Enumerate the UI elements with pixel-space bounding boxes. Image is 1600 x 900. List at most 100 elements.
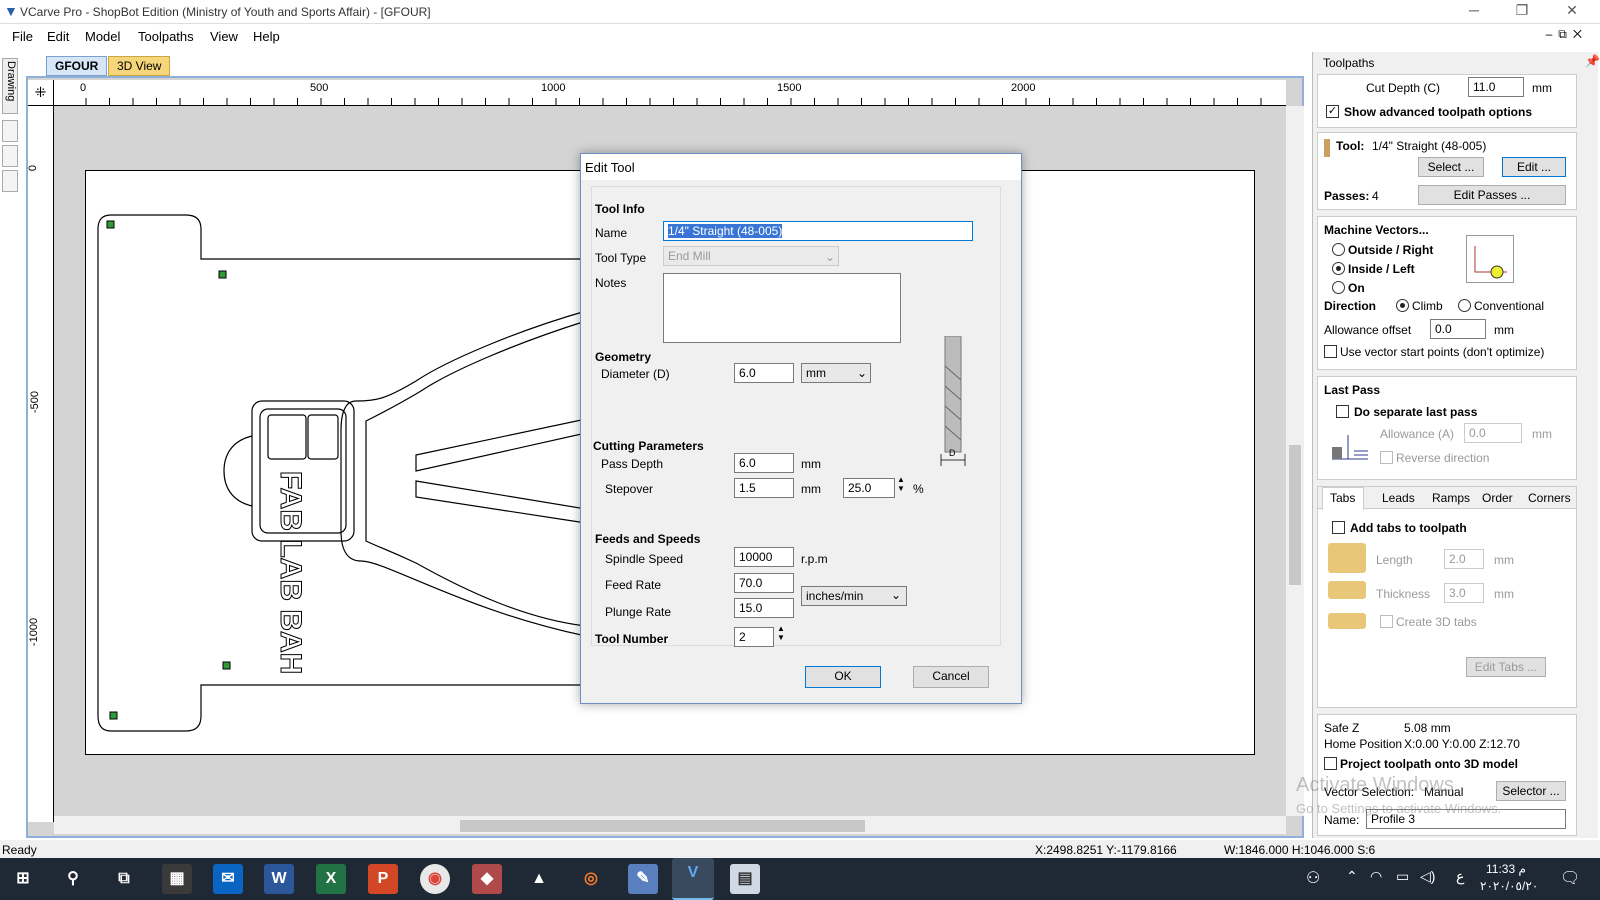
pass-depth-input[interactable]: 6.0 — [734, 453, 794, 473]
stepover-percent-input[interactable]: 25.0 — [843, 478, 895, 498]
spinner-arrows-icon[interactable]: ▲ ▼ — [777, 624, 785, 642]
taskbar: ⊞ ⚲ ⧉ ▦ ✉ W X P ◉ ◆ ▲ ◎ ✎ V ▤ ⚇ ⌃ ◠ ▭ ◁)… — [0, 858, 1600, 900]
wifi-icon[interactable]: ◠ — [1370, 868, 1382, 885]
inside-left-label: Inside / Left — [1348, 262, 1415, 276]
vcarve-icon[interactable]: V — [672, 858, 714, 900]
mdi-window-controls[interactable]: –⧉✕ — [1546, 27, 1588, 42]
task-view-icon[interactable]: ⧉ — [109, 864, 139, 894]
inside-left-radio[interactable] — [1332, 262, 1345, 275]
endmill-diagram-icon: D — [939, 335, 967, 466]
app-icon[interactable]: ◆ — [472, 864, 502, 894]
blender-icon[interactable]: ◎ — [576, 864, 606, 894]
close-button[interactable]: ✕ — [1550, 2, 1594, 22]
menu-edit[interactable]: Edit — [47, 29, 69, 44]
create-3d-tabs-checkbox[interactable] — [1380, 615, 1393, 628]
menu-view[interactable]: View — [210, 29, 238, 44]
pin-icon[interactable]: 📌 — [1585, 54, 1600, 68]
chevron-up-icon[interactable]: ⌃ — [1346, 868, 1358, 885]
show-advanced-checkbox[interactable]: ✓ — [1326, 105, 1339, 118]
side-button[interactable] — [2, 145, 18, 167]
explorer-icon[interactable]: ▤ — [730, 864, 760, 894]
tab-3d-icon — [1328, 613, 1366, 629]
store-icon[interactable]: ▦ — [162, 864, 192, 894]
tab-length-icon — [1328, 543, 1366, 573]
project-toolpath-checkbox[interactable] — [1324, 757, 1337, 770]
selector-button[interactable]: Selector ... — [1496, 781, 1566, 801]
stepover-label: Stepover — [605, 482, 654, 496]
word-icon[interactable]: W — [264, 864, 294, 894]
edit-tabs-button[interactable]: Edit Tabs ... — [1466, 657, 1546, 677]
drawing-side-tab[interactable]: Drawing — [2, 58, 18, 114]
language-indicator[interactable]: ع — [1456, 868, 1464, 885]
menu-help[interactable]: Help — [253, 29, 280, 44]
vertical-scroll-thumb[interactable] — [1289, 445, 1301, 585]
menu-toolpaths[interactable]: Toolpaths — [138, 29, 194, 44]
menu-file[interactable]: File — [12, 29, 33, 44]
safe-z-value: 5.08 mm — [1404, 721, 1451, 735]
inkscape-icon[interactable]: ▲ — [524, 864, 554, 894]
maximize-button[interactable]: ❐ — [1500, 2, 1544, 22]
notes-textarea[interactable] — [663, 273, 901, 343]
volume-icon[interactable]: ◁) — [1420, 868, 1435, 885]
vertical-ruler: 0 -500 -1000 — [27, 106, 54, 822]
ruler-origin-icon[interactable]: ⁜ — [28, 80, 54, 106]
select-tool-button[interactable]: Select ... — [1418, 157, 1484, 177]
tab-3d-view[interactable]: 3D View — [108, 56, 171, 76]
clock-time[interactable]: 11:33 م — [1486, 862, 1526, 876]
excel-icon[interactable]: X — [316, 864, 346, 894]
minimize-button[interactable]: ─ — [1452, 2, 1496, 22]
panel-scrollbar[interactable] — [1581, 76, 1597, 836]
tool-number-label: Tool Number — [595, 632, 669, 646]
edit-tool-dialog: Edit Tool Tool Info Name 1/4" Straight (… — [580, 153, 1022, 704]
length-label: Length — [1376, 553, 1413, 567]
subtab-order[interactable]: Order — [1482, 491, 1513, 505]
side-button[interactable] — [2, 170, 18, 192]
notifications-icon[interactable]: 🗨 — [1560, 868, 1580, 888]
subtab-ramps[interactable]: Ramps — [1432, 491, 1470, 505]
ok-button[interactable]: OK — [805, 666, 881, 688]
clock-date[interactable]: ٢٠٢٠/٠٥/٢٠ — [1480, 879, 1538, 893]
outside-right-radio[interactable] — [1332, 243, 1345, 256]
spindle-speed-input[interactable]: 10000 — [734, 547, 794, 567]
allowance-a-input[interactable]: 0.0 — [1464, 423, 1522, 443]
tool-type-select[interactable]: End Mill — [663, 246, 839, 266]
diameter-input[interactable]: 6.0 — [734, 363, 794, 383]
menu-model[interactable]: Model — [85, 29, 120, 44]
people-icon[interactable]: ⚇ — [1306, 868, 1320, 888]
side-button[interactable] — [2, 120, 18, 142]
length-input[interactable]: 2.0 — [1444, 549, 1484, 569]
on-radio[interactable] — [1332, 281, 1345, 294]
allowance-offset-input[interactable]: 0.0 — [1430, 319, 1486, 339]
horizontal-scroll-thumb[interactable] — [460, 820, 865, 832]
do-separate-checkbox[interactable] — [1336, 405, 1349, 418]
tool-name-input[interactable]: 1/4" Straight (48-005) — [663, 221, 973, 241]
paint-icon[interactable]: ✎ — [628, 864, 658, 894]
add-tabs-checkbox[interactable] — [1332, 521, 1345, 534]
reverse-direction-checkbox[interactable] — [1380, 451, 1393, 464]
cut-depth-input[interactable]: 11.0 — [1468, 77, 1524, 97]
tab-gfour[interactable]: GFOUR — [46, 56, 108, 76]
use-vector-start-checkbox[interactable] — [1324, 345, 1337, 358]
powerpoint-icon[interactable]: P — [368, 864, 398, 894]
edit-passes-button[interactable]: Edit Passes ... — [1418, 185, 1566, 205]
stepover-input[interactable]: 1.5 — [734, 478, 794, 498]
edit-tool-button[interactable]: Edit ... — [1502, 157, 1566, 177]
subtab-tabs[interactable]: Tabs — [1330, 491, 1355, 505]
climb-radio[interactable] — [1396, 299, 1409, 312]
feed-rate-input[interactable]: 70.0 — [734, 573, 794, 593]
windows-start-icon[interactable]: ⊞ — [8, 864, 38, 894]
plunge-rate-input[interactable]: 15.0 — [734, 598, 794, 618]
chrome-icon[interactable]: ◉ — [420, 864, 450, 894]
cancel-button[interactable]: Cancel — [913, 666, 989, 688]
spinner-arrows-icon[interactable]: ▲ ▼ — [897, 475, 905, 493]
tool-info-label: Tool Info — [595, 202, 645, 216]
mail-icon[interactable]: ✉ — [213, 864, 243, 894]
subtab-corners[interactable]: Corners — [1528, 491, 1571, 505]
subtab-leads[interactable]: Leads — [1382, 491, 1415, 505]
tool-number-input[interactable]: 2 — [734, 627, 774, 647]
battery-icon[interactable]: ▭ — [1396, 868, 1409, 885]
passes-value: 4 — [1372, 189, 1379, 203]
thickness-input[interactable]: 3.0 — [1444, 583, 1484, 603]
conventional-radio[interactable] — [1458, 299, 1471, 312]
search-icon[interactable]: ⚲ — [58, 864, 88, 894]
